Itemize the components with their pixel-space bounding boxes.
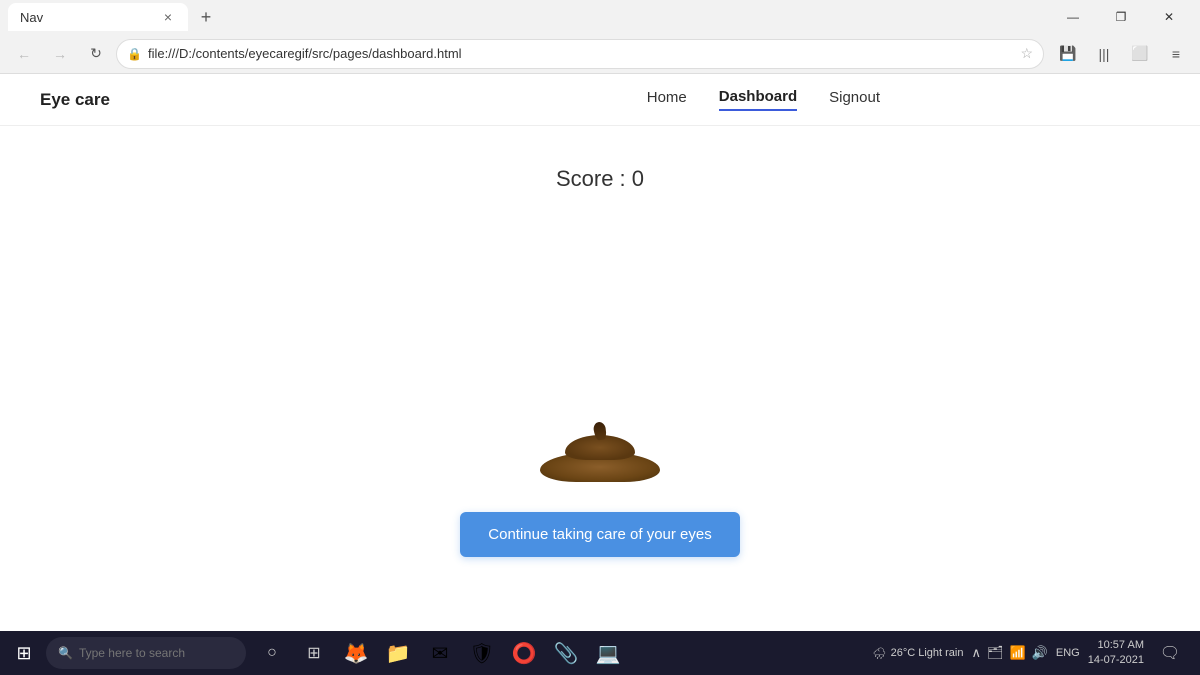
shield-app[interactable]: 🛡	[462, 633, 502, 673]
toolbar: ← → ↻ 🔒 ☆ 💾 ||| ⬜ ≡	[0, 34, 1200, 74]
nav-links: Home Dashboard Signout	[647, 88, 880, 111]
back-button[interactable]: ←	[8, 38, 40, 70]
browser-tab[interactable]: Nav ×	[8, 3, 188, 31]
weather-icon: 🌧	[873, 647, 887, 660]
firefox-app[interactable]: 🦊	[336, 633, 376, 673]
widgets-button[interactable]: ⊞	[294, 633, 334, 673]
brand-name: Eye care	[40, 90, 110, 110]
address-input[interactable]	[148, 46, 1014, 61]
taskbar-search-icon: 🔍	[58, 646, 73, 660]
mail-app[interactable]: ✉	[420, 633, 460, 673]
continue-button[interactable]: Continue taking care of your eyes	[460, 512, 739, 557]
language-indicator[interactable]: ENG	[1056, 647, 1080, 659]
bookmark-icon[interactable]: ☆	[1020, 45, 1033, 62]
pocket-icon[interactable]: 💾	[1052, 38, 1084, 70]
score-display: Score : 0	[556, 166, 644, 192]
office-app[interactable]: ⭕	[504, 633, 544, 673]
clip-app[interactable]: 📎	[546, 633, 586, 673]
file-explorer-app[interactable]: 📁	[378, 633, 418, 673]
nav-link-dashboard[interactable]: Dashboard	[719, 88, 797, 111]
close-button[interactable]: ✕	[1146, 0, 1192, 34]
task-view-button[interactable]: ○	[252, 633, 292, 673]
tray-network-icon[interactable]: 📶	[1010, 645, 1026, 661]
window-controls: — ❐ ✕	[1050, 0, 1192, 34]
page-content: Eye care Home Dashboard Signout Score : …	[0, 74, 1200, 631]
title-bar: Nav × + — ❐ ✕	[0, 0, 1200, 34]
minimize-button[interactable]: —	[1050, 0, 1096, 34]
refresh-button[interactable]: ↻	[80, 38, 112, 70]
taskbar: ⊞ 🔍 ○ ⊞ 🦊 📁 ✉ 🛡 ⭕ 📎 💻 🌧 26°C Light rain …	[0, 631, 1200, 675]
weather-widget: 🌧 26°C Light rain	[873, 647, 964, 660]
start-icon: ⊞	[16, 643, 31, 664]
split-view-icon[interactable]: ⬜	[1124, 38, 1156, 70]
notification-button[interactable]: 🗨	[1152, 633, 1188, 673]
nav-link-home[interactable]: Home	[647, 89, 687, 110]
taskbar-search-bar[interactable]: 🔍	[46, 637, 246, 669]
menu-icon[interactable]: ≡	[1160, 38, 1192, 70]
tray-volume-icon[interactable]: 🔊	[1032, 645, 1048, 661]
taskbar-search-input[interactable]	[79, 646, 229, 660]
new-tab-button[interactable]: +	[192, 3, 220, 31]
clock-date: 14-07-2021	[1088, 653, 1144, 668]
start-button[interactable]: ⊞	[4, 633, 44, 673]
tray-expand-icon[interactable]: ∧	[971, 645, 981, 661]
tab-close-button[interactable]: ×	[160, 9, 176, 25]
toolbar-icons: 💾 ||| ⬜ ≡	[1052, 38, 1192, 70]
animation-area	[500, 362, 700, 482]
system-tray: ∧ 🗂 📶 🔊	[971, 645, 1047, 661]
weather-text: 26°C Light rain	[891, 647, 964, 659]
browser-chrome: Nav × + — ❐ ✕ ← → ↻ 🔒 ☆ 💾 ||| ⬜ ≡	[0, 0, 1200, 74]
tab-title: Nav	[20, 10, 43, 25]
vscode-app[interactable]: 💻	[588, 633, 628, 673]
clock-time: 10:57 AM	[1088, 638, 1144, 653]
nav-bar: Eye care Home Dashboard Signout	[0, 74, 1200, 126]
nav-link-signout[interactable]: Signout	[829, 89, 880, 110]
forward-button[interactable]: →	[44, 38, 76, 70]
notification-icon: 🗨	[1160, 643, 1180, 663]
address-bar-container: 🔒 ☆	[116, 39, 1044, 69]
taskbar-apps: ○ ⊞ 🦊 📁 ✉ 🛡 ⭕ 📎 💻	[252, 633, 628, 673]
main-content: Score : 0 Continue taking care of your e…	[0, 126, 1200, 557]
collections-icon[interactable]: |||	[1088, 38, 1120, 70]
restore-button[interactable]: ❐	[1098, 0, 1144, 34]
clock-widget: 10:57 AM 14-07-2021	[1088, 638, 1144, 669]
address-lock-icon: 🔒	[127, 47, 142, 61]
tray-calendar-icon[interactable]: 🗂	[987, 645, 1004, 661]
dirt-pile-illustration	[535, 427, 665, 482]
taskbar-right: 🌧 26°C Light rain ∧ 🗂 📶 🔊 ENG 10:57 AM 1…	[873, 633, 1196, 673]
